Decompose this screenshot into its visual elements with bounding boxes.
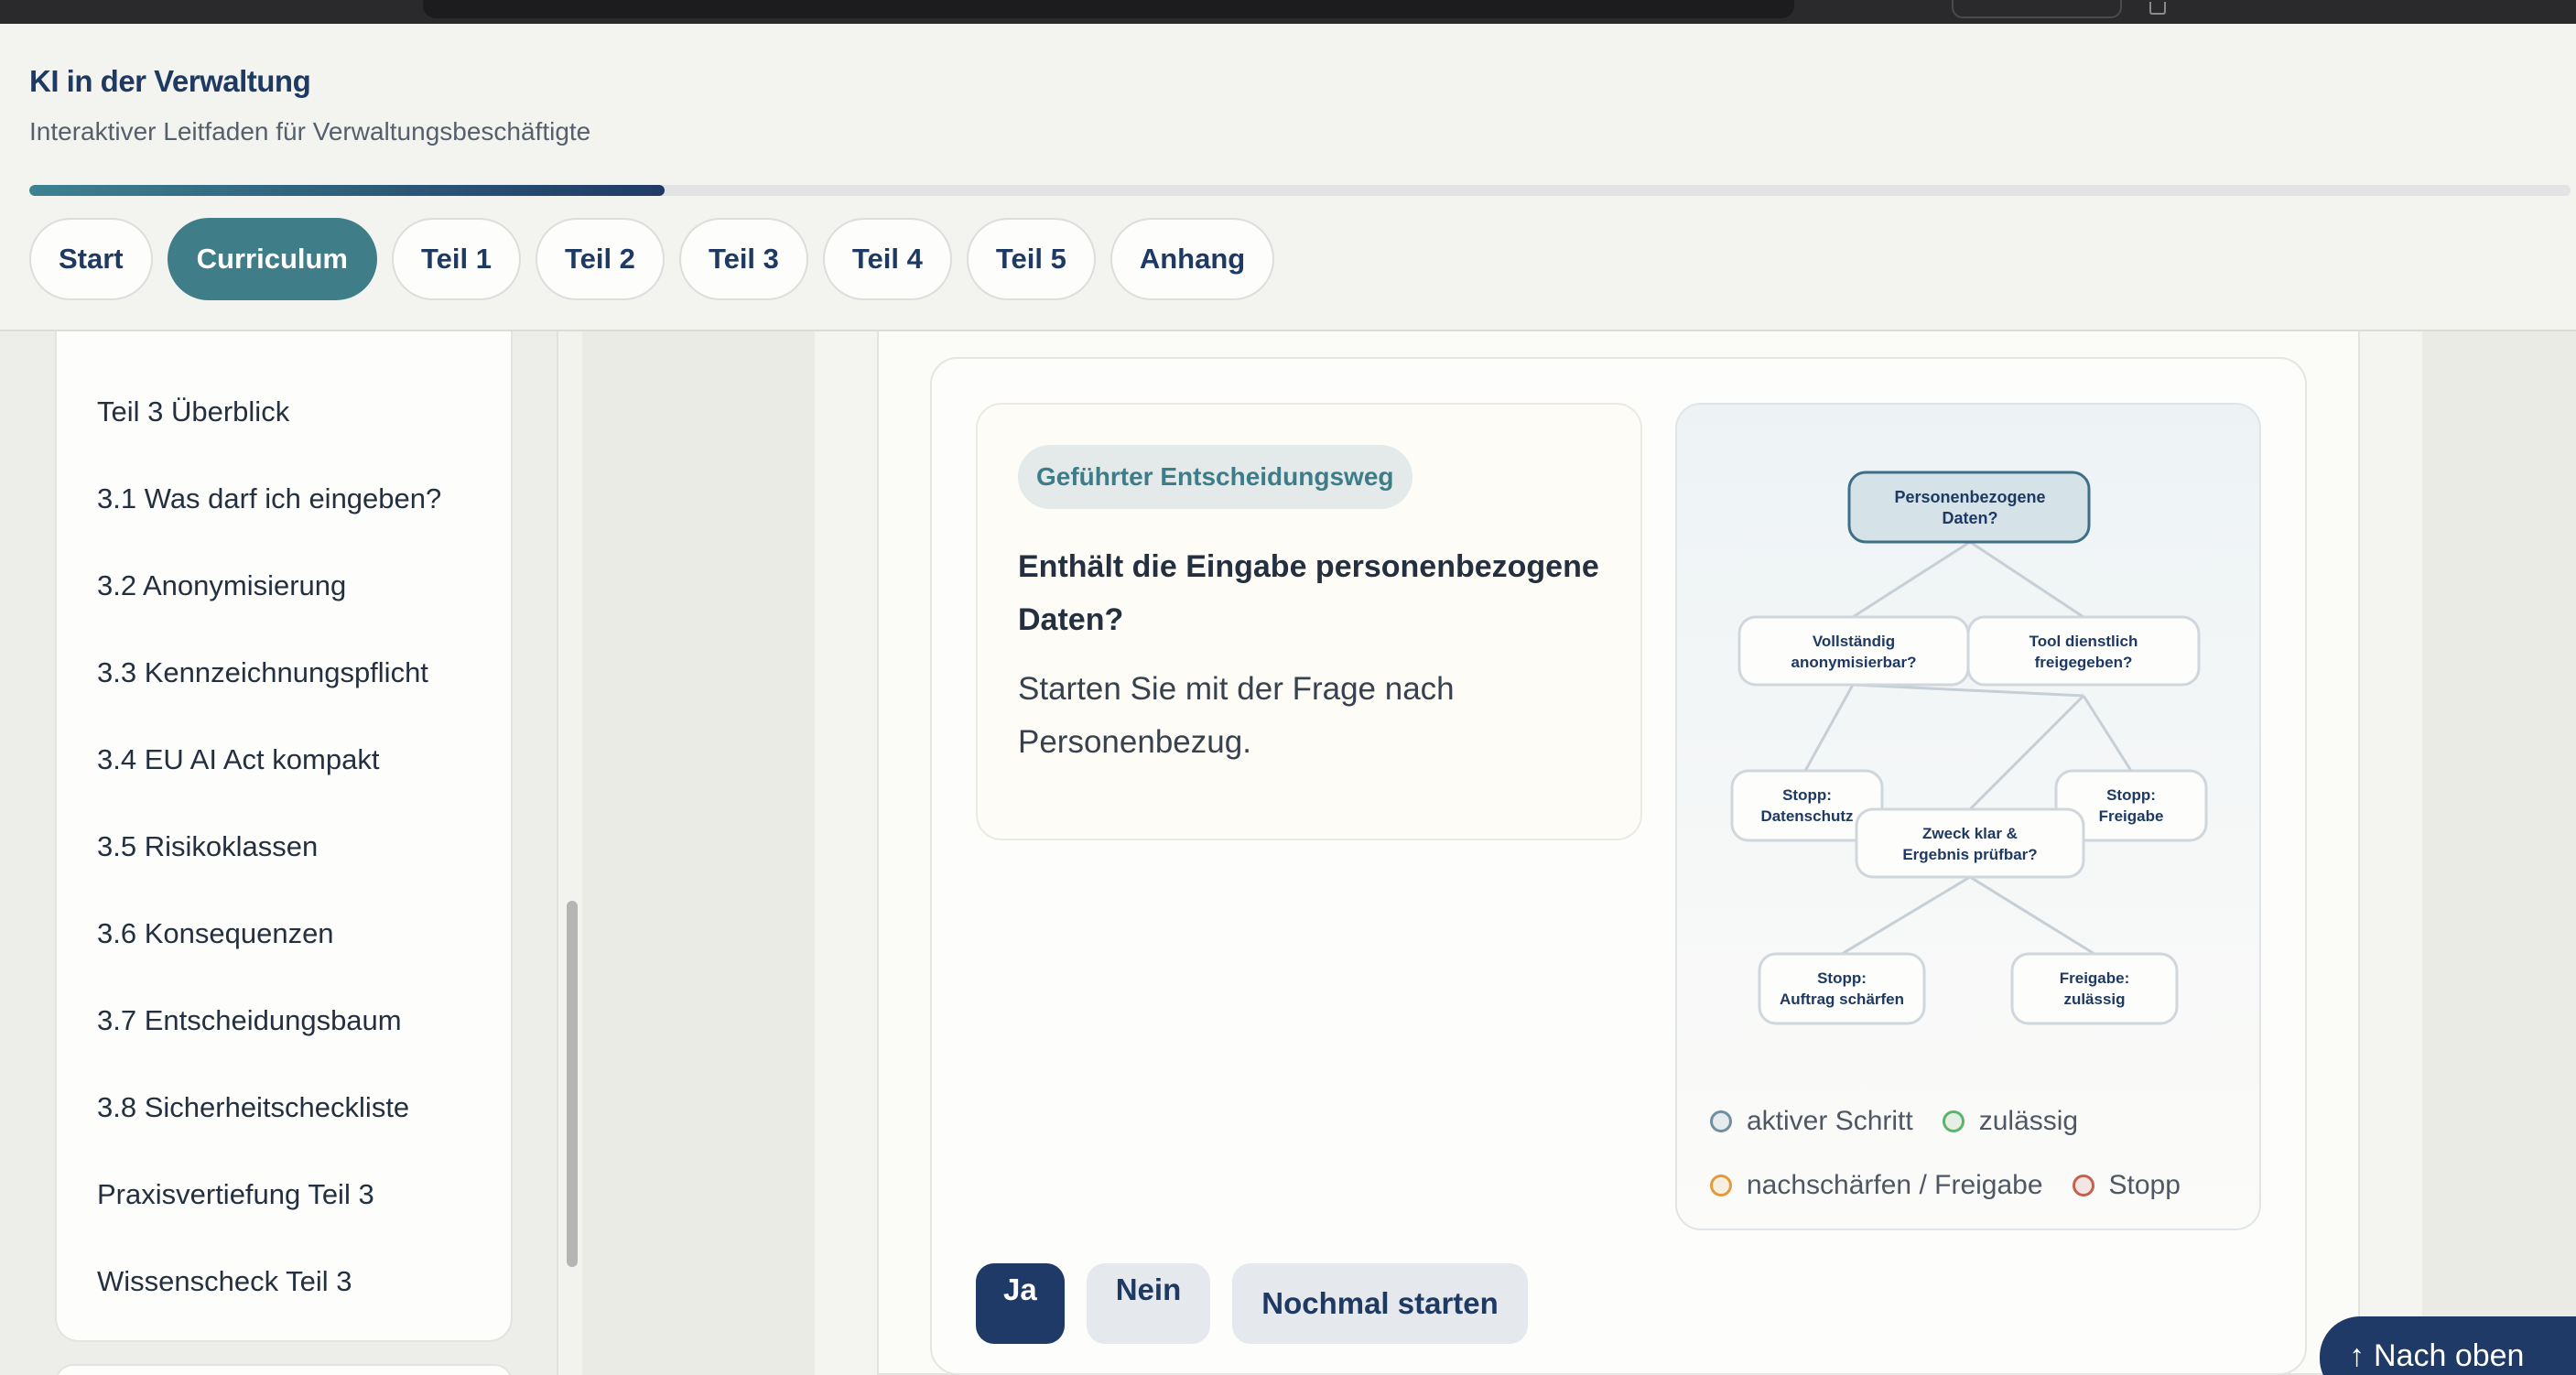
edge-anon-stop <box>1803 684 1855 772</box>
svg-text:Stopp:: Stopp: <box>1782 786 1832 804</box>
svg-text:freigegeben?: freigegeben? <box>2035 654 2133 671</box>
sidebar-scrollbar[interactable] <box>557 331 582 1375</box>
legend-dot-stop-icon <box>2072 1175 2094 1196</box>
tab-teil-1[interactable]: Teil 1 <box>392 218 521 300</box>
back-to-top-button[interactable]: ↑ Nach oben <box>2320 1316 2576 1375</box>
sidebar-item[interactable]: 3.3 Kennzeichnungspflicht <box>97 629 441 716</box>
tab-teil-4[interactable]: Teil 4 <box>822 218 952 300</box>
svg-text:Daten?: Daten? <box>1942 509 1997 527</box>
tree-node-stopp-auftrag[interactable]: Stopp: Auftrag schärfen <box>1758 952 1926 1025</box>
legend-label: aktiver Schritt <box>1747 1106 1913 1136</box>
sidebar-item[interactable]: 3.1 Was darf ich eingeben? <box>97 455 441 542</box>
svg-text:zulässig: zulässig <box>2063 991 2125 1008</box>
legend-row: nachschärfen / Freigabe Stopp <box>1710 1153 2241 1218</box>
decision-tree-svg: Personenbezogene Daten? Vollständig anon… <box>1730 471 2208 1025</box>
sidebar-scrollbar-thumb[interactable] <box>567 901 578 1267</box>
yes-button[interactable]: Ja <box>976 1263 1065 1344</box>
sidebar-toc-card: Teil 3 Überblick 3.1 Was darf ich eingebe… <box>55 331 513 1342</box>
legend-dot-refine-icon <box>1710 1175 1732 1196</box>
svg-text:anonymisierbar?: anonymisierbar? <box>1791 654 1917 671</box>
tree-node-personenbezogene-daten[interactable]: Personenbezogene Daten? <box>1847 471 2091 544</box>
restart-button[interactable]: Nochmal starten <box>1232 1263 1528 1344</box>
tree-node-zweck-klar[interactable]: Zweck klar & Ergebnis prüfbar? <box>1855 807 2085 879</box>
tree-node-freigabe-zulaessig[interactable]: Freigabe: zulässig <box>2010 952 2179 1025</box>
legend-label: zulässig <box>1978 1106 2079 1136</box>
sidebar-item[interactable]: 3.4 EU AI Act kompakt <box>97 716 441 803</box>
guided-path-badge: Geführter Entscheidungsweg <box>1018 445 1412 509</box>
sidebar-item[interactable]: 3.5 Risikoklassen <box>97 803 441 890</box>
answer-buttons: Ja Nein Nochmal starten <box>976 1263 1528 1344</box>
edge-anon-tool <box>1852 683 2084 698</box>
browser-toolbar <box>0 0 2576 24</box>
legend-row: aktiver Schritt zulässig <box>1710 1089 2241 1153</box>
svg-text:Stopp:: Stopp: <box>1817 969 1867 987</box>
question-description: Starten Sie mit der Frage nach Personenb… <box>1018 671 1455 760</box>
edge-zweck-freigabe <box>1969 875 2095 956</box>
edge-root-tool <box>1969 540 2084 619</box>
sidebar-item[interactable]: 3.6 Konsequenzen <box>97 890 441 977</box>
svg-text:Vollständig: Vollständig <box>1813 633 1895 650</box>
svg-text:Tool dienstlich: Tool dienstlich <box>2029 633 2138 650</box>
decision-tree-diagram: Personenbezogene Daten? Vollständig anon… <box>1675 403 2261 1230</box>
arrow-up-icon: ↑ <box>2349 1338 2365 1373</box>
legend-dot-allowed-icon <box>1942 1110 1964 1132</box>
tab-teil-3[interactable]: Teil 3 <box>678 218 808 300</box>
legend-item-allowed: zulässig <box>1942 1106 2079 1137</box>
sidebar: Teil 3 Überblick 3.1 Was darf ich eingebe… <box>0 331 582 1375</box>
address-bar[interactable] <box>423 0 1794 18</box>
app-subtitle: Interaktiver Leitfaden für Verwaltungsbe… <box>29 117 591 146</box>
app-header: KI in der Verwaltung Interaktiver Leitfa… <box>0 24 2576 331</box>
sidebar-item[interactable]: 3.2 Anonymisierung <box>97 542 441 629</box>
app-title: KI in der Verwaltung <box>29 64 311 98</box>
legend-item-refine: nachschärfen / Freigabe <box>1710 1170 2043 1201</box>
tree-node-anonymisierbar[interactable]: Vollständig anonymisierbar? <box>1737 615 1970 687</box>
reading-progress-bar <box>29 185 2571 196</box>
svg-text:Ergebnis prüfbar?: Ergebnis prüfbar? <box>1902 846 2037 863</box>
tree-node-tool-freigegeben[interactable]: Tool dienstlich freigegeben? <box>1966 615 2201 687</box>
reading-progress-fill <box>29 185 665 196</box>
tab-teil-5[interactable]: Teil 5 <box>966 218 1096 300</box>
sidebar-item[interactable]: Wissenscheck Teil 3 <box>97 1238 441 1325</box>
sidebar-item[interactable]: Teil 3 Überblick <box>97 368 441 455</box>
no-button[interactable]: Nein <box>1086 1263 1211 1344</box>
browser-profile-button[interactable] <box>1952 0 2122 18</box>
sidebar-nav-list: Teil 3 Überblick 3.1 Was darf ich eingebe… <box>97 368 441 1325</box>
question-title: Enthält die Eingabe personenbezogene Dat… <box>1018 549 1599 637</box>
svg-text:Datenschutz: Datenschutz <box>1760 807 1853 825</box>
edge-root-anon <box>1852 540 1971 619</box>
sidebar-item[interactable]: Praxisvertiefung Teil 3 <box>97 1151 441 1238</box>
tab-start[interactable]: Start <box>29 218 153 300</box>
svg-text:Auftrag schärfen: Auftrag schärfen <box>1780 991 1904 1008</box>
tab-anhang[interactable]: Anhang <box>1109 218 1275 300</box>
tab-teil-2[interactable]: Teil 2 <box>535 218 665 300</box>
sidebar-item[interactable]: 3.7 Entscheidungsbaum <box>97 977 441 1064</box>
back-to-top-label: Nach oben <box>2374 1338 2525 1373</box>
svg-text:Stopp:: Stopp: <box>2106 786 2156 804</box>
svg-text:Freigabe: Freigabe <box>2099 807 2164 825</box>
edge-zweck-stop <box>1841 875 1971 956</box>
svg-text:Personenbezogene: Personenbezogene <box>1894 488 2045 506</box>
legend-label: Stopp <box>2108 1170 2181 1200</box>
tree-edges <box>1803 540 2133 956</box>
share-icon[interactable] <box>2149 2 2166 15</box>
sidebar-item[interactable]: 3.8 Sicherheitscheckliste <box>97 1064 441 1151</box>
legend-label: nachschärfen / Freigabe <box>1747 1170 2043 1200</box>
legend-item-stop: Stopp <box>2072 1170 2181 1201</box>
diagram-legend: aktiver Schritt zulässig nachschärfen / … <box>1710 1089 2241 1218</box>
main-tab-nav: Start Curriculum Teil 1 Teil 2 Teil 3 Teil 4T… <box>29 218 1275 300</box>
tab-curriculum[interactable]: Curriculum <box>167 218 377 300</box>
question-panel: Geführter Entscheidungsweg Enthält die E… <box>976 403 1642 840</box>
legend-dot-active-icon <box>1710 1110 1732 1132</box>
legend-item-active: aktiver Schritt <box>1710 1106 1913 1137</box>
sidebar-next-card <box>55 1364 513 1375</box>
edge-tool-stop <box>2082 695 2133 772</box>
svg-text:Zweck klar &: Zweck klar & <box>1922 825 2018 842</box>
svg-text:Freigabe:: Freigabe: <box>2060 969 2130 987</box>
